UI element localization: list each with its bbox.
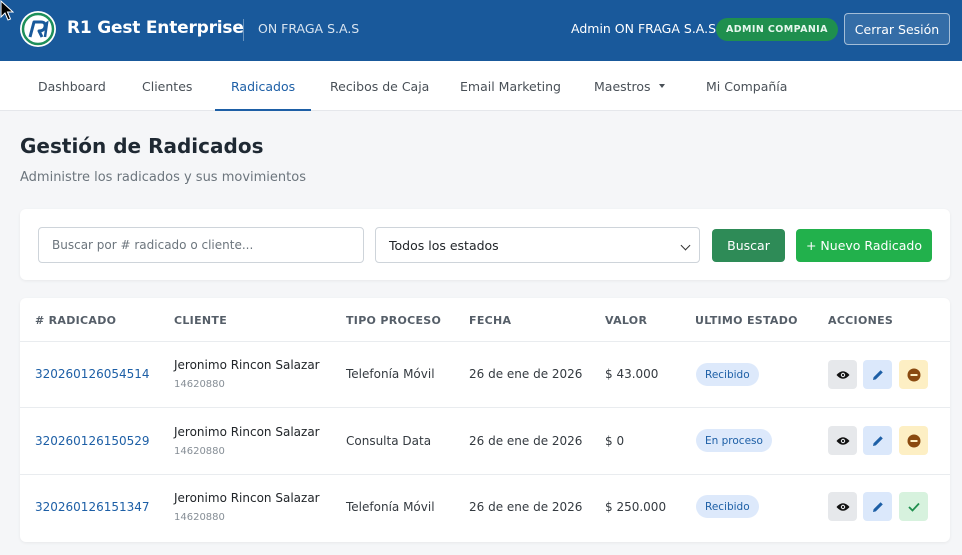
column-header: ULTIMO ESTADO bbox=[695, 314, 798, 327]
amount: $ 250.000 bbox=[605, 500, 667, 514]
table-row: 320260126150529 Jeronimo Rincon Salazar … bbox=[20, 409, 950, 475]
filter-card: Todos los estados Buscar + Nuevo Radicad… bbox=[20, 209, 950, 280]
brand-logo[interactable] bbox=[20, 11, 56, 47]
column-header: TIPO PROCESO bbox=[346, 314, 442, 327]
nav-item-recibos-de-caja[interactable]: Recibos de Caja bbox=[314, 61, 445, 111]
search-button[interactable]: Buscar bbox=[712, 229, 785, 262]
view-button[interactable] bbox=[828, 360, 857, 389]
table-header: # RADICADO CLIENTE TIPO PROCESO FECHA VA… bbox=[20, 298, 950, 342]
process-type: Telefonía Móvil bbox=[346, 500, 435, 514]
client-document: 14620880 bbox=[174, 512, 225, 523]
check-icon bbox=[907, 502, 920, 512]
client-document: 14620880 bbox=[174, 379, 225, 390]
client-name: Jeronimo Rincon Salazar bbox=[174, 491, 320, 505]
pencil-icon bbox=[872, 435, 883, 446]
nav-item-maestros[interactable]: Maestros bbox=[578, 61, 681, 111]
status-badge: Recibido bbox=[696, 363, 759, 386]
top-header: R1 Gest Enterprise ON FRAGA S.A.S Admin … bbox=[0, 0, 962, 61]
column-header: CLIENTE bbox=[174, 314, 228, 327]
radicado-link[interactable]: 320260126150529 bbox=[35, 434, 150, 448]
page-subtitle: Administre los radicados y sus movimient… bbox=[20, 170, 306, 185]
eye-icon bbox=[836, 370, 849, 379]
pencil-icon bbox=[872, 501, 883, 512]
nav-item-clientes[interactable]: Clientes bbox=[126, 61, 208, 111]
mouse-cursor-icon bbox=[0, 0, 14, 21]
activate-button[interactable] bbox=[899, 492, 928, 521]
process-type: Telefonía Móvil bbox=[346, 367, 435, 381]
nav-item-mi-compania[interactable]: Mi Compañía bbox=[690, 61, 803, 111]
nav-item-dashboard[interactable]: Dashboard bbox=[22, 61, 122, 111]
date: 26 de ene de 2026 bbox=[469, 500, 583, 514]
role-badge: ADMIN COMPANIA bbox=[716, 18, 838, 41]
column-header: FECHA bbox=[469, 314, 512, 327]
radicado-link[interactable]: 320260126151347 bbox=[35, 500, 150, 514]
chevron-down-icon bbox=[680, 240, 691, 251]
edit-button[interactable] bbox=[863, 492, 892, 521]
radicado-link[interactable]: 320260126054514 bbox=[35, 367, 150, 381]
status-badge: Recibido bbox=[696, 495, 759, 518]
column-header: ACCIONES bbox=[828, 314, 894, 327]
pencil-icon bbox=[872, 369, 883, 380]
client-name: Jeronimo Rincon Salazar bbox=[174, 425, 320, 439]
main-nav: Dashboard Clientes Radicados Recibos de … bbox=[0, 61, 962, 111]
logout-button[interactable]: Cerrar Sesión bbox=[844, 13, 950, 45]
table-row: 320260126054514 Jeronimo Rincon Salazar … bbox=[20, 342, 950, 408]
view-button[interactable] bbox=[828, 426, 857, 455]
edit-button[interactable] bbox=[863, 360, 892, 389]
eye-icon bbox=[836, 502, 849, 511]
caret-down-icon bbox=[658, 84, 665, 88]
amount: $ 43.000 bbox=[605, 367, 659, 381]
search-input[interactable] bbox=[38, 227, 364, 263]
column-header: VALOR bbox=[605, 314, 648, 327]
eye-icon bbox=[836, 436, 849, 445]
page-title: Gestión de Radicados bbox=[20, 134, 264, 158]
view-button[interactable] bbox=[828, 492, 857, 521]
minus-circle-icon bbox=[907, 368, 920, 381]
app-title: R1 Gest Enterprise bbox=[67, 18, 244, 38]
new-radicado-button[interactable]: + Nuevo Radicado bbox=[796, 229, 932, 262]
deactivate-button[interactable] bbox=[899, 426, 928, 455]
status-badge: En proceso bbox=[696, 429, 772, 452]
nav-item-email-marketing[interactable]: Email Marketing bbox=[444, 61, 577, 111]
user-name: Admin ON FRAGA S.A.S bbox=[571, 21, 717, 36]
status-select-value: Todos los estados bbox=[389, 237, 499, 253]
radicados-table: # RADICADO CLIENTE TIPO PROCESO FECHA VA… bbox=[20, 298, 950, 542]
minus-circle-icon bbox=[907, 434, 920, 447]
status-select[interactable]: Todos los estados bbox=[375, 227, 700, 263]
client-name: Jeronimo Rincon Salazar bbox=[174, 358, 320, 372]
date: 26 de ene de 2026 bbox=[469, 367, 583, 381]
table-row: 320260126151347 Jeronimo Rincon Salazar … bbox=[20, 475, 950, 541]
column-header: # RADICADO bbox=[35, 314, 117, 327]
nav-item-radicados[interactable]: Radicados bbox=[215, 61, 312, 111]
process-type: Consulta Data bbox=[346, 434, 432, 448]
nav-item-maestros-label: Maestros bbox=[594, 78, 651, 94]
header-divider bbox=[243, 19, 244, 41]
deactivate-button[interactable] bbox=[899, 360, 928, 389]
edit-button[interactable] bbox=[863, 426, 892, 455]
date: 26 de ene de 2026 bbox=[469, 434, 583, 448]
client-document: 14620880 bbox=[174, 446, 225, 457]
company-name: ON FRAGA S.A.S bbox=[258, 21, 360, 36]
amount: $ 0 bbox=[605, 434, 625, 448]
